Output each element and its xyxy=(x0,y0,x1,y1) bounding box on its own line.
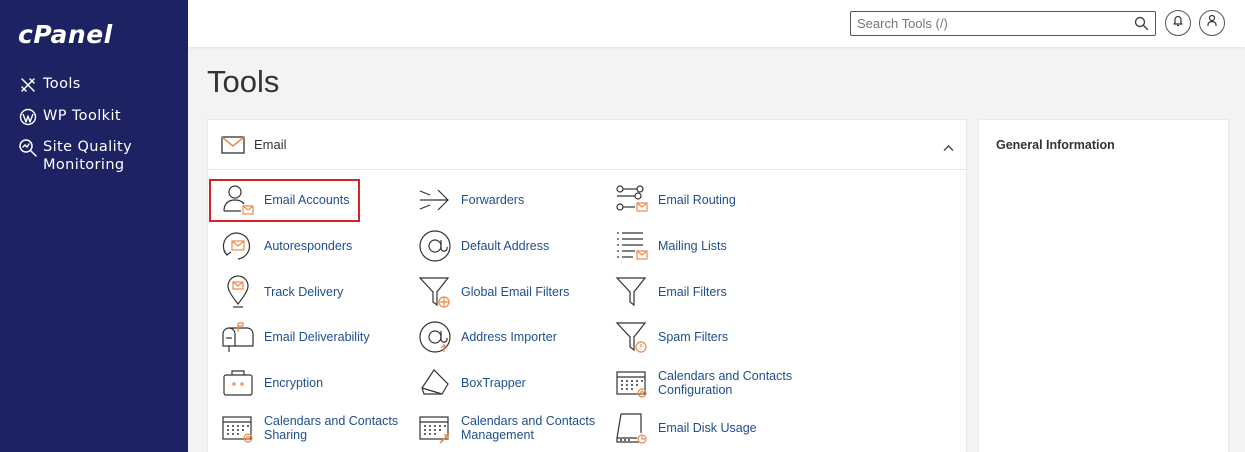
user-icon xyxy=(1206,14,1218,32)
tool-label: Email Disk Usage xyxy=(658,421,757,435)
tool-label: BoxTrapper xyxy=(461,376,526,390)
calendar-manage-icon xyxy=(418,411,452,445)
at-sign-icon xyxy=(418,229,452,263)
tool-label: Calendars and Contacts Management xyxy=(461,414,596,442)
funnel-warning-icon xyxy=(615,320,649,354)
location-pin-icon xyxy=(221,275,255,309)
tool-label: Calendars and Contacts Configuration xyxy=(658,369,793,397)
calendar-config-icon xyxy=(615,366,649,400)
search-input[interactable] xyxy=(857,14,1127,33)
autoresponders-icon xyxy=(221,229,255,263)
funnel-icon xyxy=(615,275,649,309)
tool-label: Autoresponders xyxy=(264,239,353,253)
tool-label: Spam Filters xyxy=(658,330,729,344)
mailbox-icon xyxy=(221,320,255,354)
search-chart-icon xyxy=(18,138,38,158)
briefcase-lock-icon xyxy=(221,366,255,400)
tool-label: Email Filters xyxy=(658,285,727,299)
box-trap-icon xyxy=(418,366,452,400)
search-icon[interactable] xyxy=(1134,16,1149,31)
notifications-button[interactable] xyxy=(1165,10,1191,36)
tool-track-delivery[interactable]: Track Delivery xyxy=(221,275,404,309)
cpanel-logo[interactable]: cPanel xyxy=(18,20,113,49)
tool-autoresponders[interactable]: Autoresponders xyxy=(221,229,404,263)
tool-email-filters[interactable]: Email Filters xyxy=(615,275,798,309)
tool-label: Calendars and Contacts Sharing xyxy=(264,414,399,442)
sidebar-item-label: Site Quality Monitoring xyxy=(43,139,133,173)
tool-email-disk-usage[interactable]: Email Disk Usage xyxy=(615,411,798,445)
tool-label: Encryption xyxy=(264,376,324,390)
tool-label: Address Importer xyxy=(461,330,557,344)
tool-address-importer[interactable]: Address Importer xyxy=(418,320,601,354)
calendar-share-icon xyxy=(221,411,255,445)
selection-highlight xyxy=(209,179,360,222)
tool-calendars-contacts-configuration[interactable]: Calendars and Contacts Configuration xyxy=(615,366,798,400)
tool-forwarders[interactable]: Forwarders xyxy=(418,183,601,217)
email-routing-icon xyxy=(615,183,649,217)
envelope-icon xyxy=(221,136,245,159)
sidebar-item-site-quality[interactable]: Site Quality Monitoring xyxy=(18,138,153,174)
forwarders-icon xyxy=(418,183,452,217)
sidebar-item-label: Tools xyxy=(43,76,81,92)
tool-email-deliverability[interactable]: Email Deliverability xyxy=(221,320,404,354)
tools-icon xyxy=(18,75,38,95)
sidebar-item-tools[interactable]: Tools xyxy=(18,75,81,95)
tool-label: Email Deliverability xyxy=(264,330,370,344)
tool-label: Forwarders xyxy=(461,193,525,207)
funnel-globe-icon xyxy=(418,275,452,309)
tool-calendars-contacts-management[interactable]: Calendars and Contacts Management xyxy=(418,411,601,445)
email-panel-header[interactable]: Email xyxy=(208,120,966,170)
tool-global-email-filters[interactable]: Global Email Filters xyxy=(418,275,601,309)
tool-email-routing[interactable]: Email Routing xyxy=(615,183,798,217)
bell-icon xyxy=(1172,14,1184,32)
tool-spam-filters[interactable]: Spam Filters xyxy=(615,320,798,354)
tool-default-address[interactable]: Default Address xyxy=(418,229,601,263)
tool-label: Track Delivery xyxy=(264,285,344,299)
tool-encryption[interactable]: Encryption xyxy=(221,366,404,400)
tool-boxtrapper[interactable]: BoxTrapper xyxy=(418,366,601,400)
tool-label: Email Routing xyxy=(658,193,736,207)
disk-usage-icon xyxy=(615,411,649,445)
email-panel: Email Email Accounts Forwarders Email Ro… xyxy=(207,119,967,452)
sidebar: cPanel Tools WP Toolkit Site Quality Mon… xyxy=(0,0,188,452)
user-menu-button[interactable] xyxy=(1199,10,1225,36)
at-upload-icon xyxy=(418,320,452,354)
top-bar xyxy=(188,0,1245,47)
tool-calendars-contacts-sharing[interactable]: Calendars and Contacts Sharing xyxy=(221,411,404,445)
panel-title: Email xyxy=(254,137,287,152)
wordpress-icon xyxy=(18,107,38,127)
sidebar-item-wp-toolkit[interactable]: WP Toolkit xyxy=(18,107,121,127)
general-information-panel: General Information xyxy=(978,119,1229,452)
search-box xyxy=(850,11,1156,36)
sidebar-item-label: WP Toolkit xyxy=(43,108,121,124)
tool-label: Global Email Filters xyxy=(461,285,570,299)
chevron-up-icon[interactable] xyxy=(943,139,954,157)
tool-label: Default Address xyxy=(461,239,550,253)
mailing-lists-icon xyxy=(615,229,649,263)
tool-label: Mailing Lists xyxy=(658,239,727,253)
panel-title: General Information xyxy=(996,138,1115,152)
page-title: Tools xyxy=(207,64,280,99)
tool-mailing-lists[interactable]: Mailing Lists xyxy=(615,229,798,263)
